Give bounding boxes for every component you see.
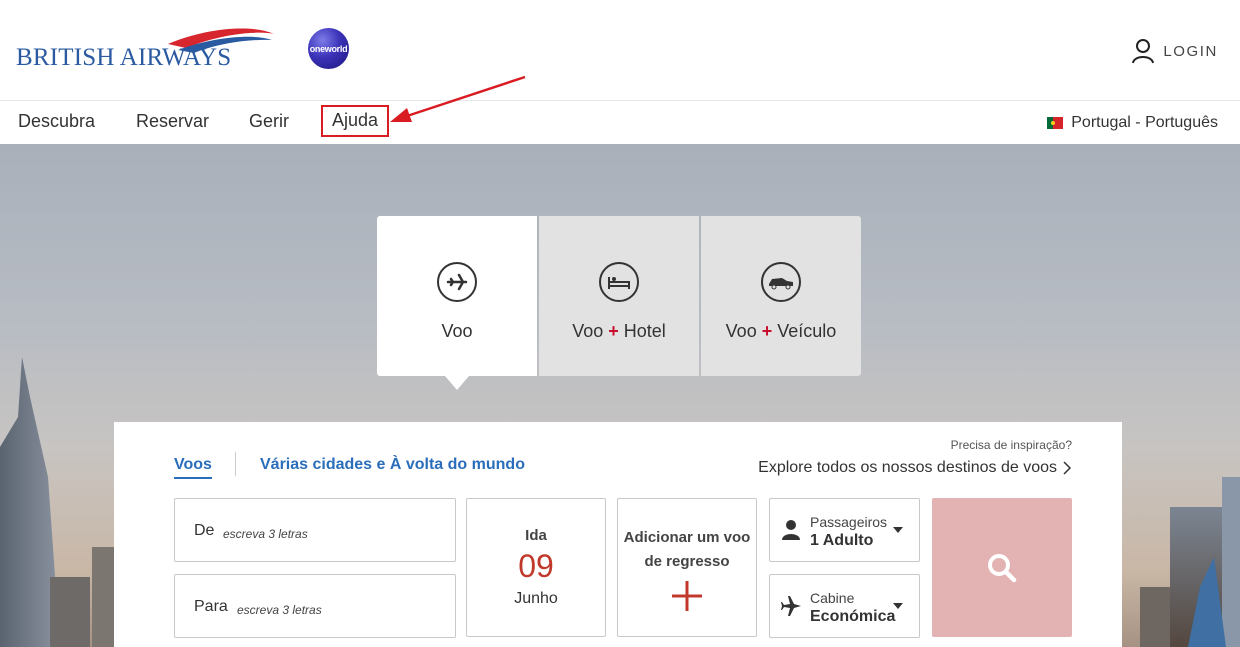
tab-voo[interactable]: Voo [377,216,537,390]
cabin-label: Cabine [810,590,855,606]
tab-label: Voo [441,321,473,341]
plus-icon [672,581,702,611]
user-icon [1132,39,1155,64]
main-nav: Descubra Reservar Gerir Ajuda Portugal -… [0,100,1240,144]
explore-destinations-link[interactable]: Explore todos os nossos destinos de voos [758,459,1072,477]
person-icon [782,520,800,540]
to-label: Para [194,598,228,615]
caret-down-icon [893,603,903,609]
departure-month: Junho [514,590,558,607]
passengers-select[interactable]: Passageiros 1 Adulto [769,498,920,562]
bed-icon [599,262,639,302]
tab-voo-hotel[interactable]: Voo + Hotel [539,216,699,376]
sub-tab-multi-city[interactable]: Várias cidades e À volta do mundo [260,456,525,474]
locale-selector[interactable]: Portugal - Português [1047,114,1218,132]
search-button[interactable] [932,498,1072,637]
passengers-value: 1 Adulto [810,532,874,549]
departure-day: 09 [518,548,554,584]
brand-wordmark: BRITISH AIRWAYS [16,44,232,71]
explore-link-label: Explore todos os nossos destinos de voos [758,459,1057,476]
product-tabs: Voo Voo + Hotel Voo + Veículo [377,216,861,390]
chevron-right-icon [1063,461,1072,475]
oneworld-logo[interactable]: oneworld [308,28,349,69]
annotation-arrow-icon [390,75,526,122]
login-button[interactable]: LOGIN [1131,38,1218,64]
return-label: Adicionar um voo de regresso [623,529,751,570]
departure-label: Ida [525,527,547,544]
from-field[interactable]: De escreva 3 letras [174,498,456,562]
inspiration-prompt: Precisa de inspiração? [950,438,1072,452]
sub-tab-divider [235,452,236,476]
passengers-label: Passageiros [810,514,888,530]
search-icon [988,553,1017,582]
british-airways-logo[interactable]: BRITISH AIRWAYS [16,26,278,72]
tab-voo-veiculo[interactable]: Voo + Veículo [701,216,861,376]
add-return-flight-button[interactable]: Adicionar um voo de regresso [617,498,757,637]
tab-label: Voo + Veículo [725,321,837,341]
cabin-value: Económica [810,608,896,625]
caret-down-icon [893,527,903,533]
from-placeholder: escreva 3 letras [223,527,308,541]
to-field[interactable]: Para escreva 3 letras [174,574,456,638]
site-header: BRITISH AIRWAYS oneworld LOGIN [0,0,1240,100]
nav-item-reservar[interactable]: Reservar [136,111,209,132]
tab-label: Voo + Hotel [572,321,666,341]
to-placeholder: escreva 3 letras [237,603,322,617]
locale-label: Portugal - Português [1071,114,1218,131]
flight-booking-panel: Voos Várias cidades e À volta do mundo P… [114,422,1122,647]
plane-icon [781,596,801,616]
nav-item-ajuda[interactable]: Ajuda [321,105,390,137]
portugal-flag-icon [1047,117,1064,129]
departure-date-picker[interactable]: Ida 09 Junho [466,498,606,637]
plane-icon [437,262,477,302]
from-label: De [194,522,215,539]
login-label: LOGIN [1163,42,1218,60]
sub-tab-voos[interactable]: Voos [174,456,212,479]
nav-item-descubra[interactable]: Descubra [18,111,95,132]
car-icon [761,262,801,302]
nav-item-gerir[interactable]: Gerir [249,111,289,132]
cabin-select[interactable]: Cabine Económica [769,574,920,638]
